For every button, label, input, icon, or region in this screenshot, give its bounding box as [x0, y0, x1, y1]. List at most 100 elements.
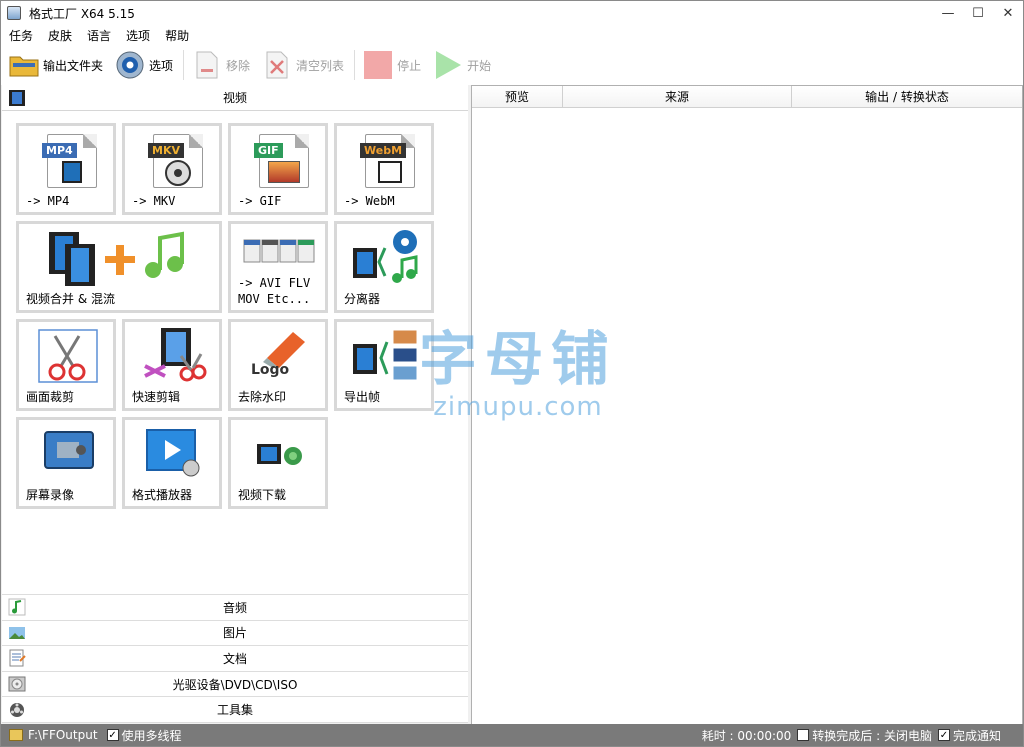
watermark-title: 字母铺: [419, 325, 618, 393]
toolbar: 输出文件夹 选项 移除 清空列表 停止 开始: [1, 45, 1023, 85]
tile-label: 格式播放器: [132, 488, 193, 502]
category-document[interactable]: 文档: [2, 646, 468, 672]
tile-format-player[interactable]: 格式播放器: [122, 417, 222, 509]
watermark: 字母铺 zimupu.com: [419, 326, 617, 422]
tile-label: 分离器: [344, 292, 381, 306]
gif-file-icon: GIF: [254, 134, 309, 188]
category-video-header[interactable]: 视频: [2, 85, 468, 111]
category-label: 文档: [222, 651, 247, 666]
mkv-badge: MKV: [148, 143, 184, 158]
category-image[interactable]: 图片: [2, 620, 468, 647]
elapsed-time: 耗时 : 00:00:00: [701, 728, 792, 743]
output-folder-button[interactable]: 输出文件夹: [5, 47, 107, 83]
options-button[interactable]: 选项: [111, 47, 177, 83]
category-label: 音频: [222, 600, 247, 615]
tile-to-mkv[interactable]: MKV -> MKV: [122, 123, 222, 215]
menu-task[interactable]: 任务: [2, 27, 40, 44]
tile-label: 画面裁剪: [26, 390, 75, 404]
after-convert-checkbox[interactable]: [797, 729, 810, 741]
menu-skin[interactable]: 皮肤: [41, 27, 79, 44]
webm-file-icon: WebM: [360, 134, 415, 188]
tile-label: 去除水印: [238, 390, 287, 404]
tile-video-download[interactable]: 视频下载: [228, 417, 328, 509]
clear-list-icon: [262, 50, 292, 80]
tile-quick-clip[interactable]: 快速剪辑: [122, 319, 222, 411]
quick-clip-icon: [144, 328, 207, 382]
remove-label: 移除: [226, 58, 251, 73]
start-label: 开始: [467, 58, 492, 73]
close-button[interactable]: ✕: [993, 1, 1023, 25]
tile-to-avi-flv-mov[interactable]: -> AVI FLV MOV Etc...: [228, 221, 328, 313]
clear-list-label: 清空列表: [296, 58, 345, 73]
tile-label: 视频下载: [238, 488, 287, 502]
tile-label: -> GIF: [238, 194, 282, 208]
toolbar-separator: [354, 50, 356, 80]
notify-label: 完成通知: [952, 728, 1001, 743]
tile-splitter[interactable]: 分离器: [334, 221, 434, 313]
stop-button[interactable]: 停止: [359, 47, 425, 83]
minimize-button[interactable]: —: [933, 1, 963, 25]
tile-label: 导出帧: [344, 390, 381, 404]
clear-list-button[interactable]: 清空列表: [258, 47, 348, 83]
remove-file-icon: [192, 50, 222, 80]
category-label: 工具集: [216, 703, 253, 718]
menu-options[interactable]: 选项: [119, 27, 157, 44]
gear-icon: [115, 50, 145, 80]
output-path[interactable]: F:\FFOutput: [28, 728, 98, 742]
toolbar-separator: [183, 50, 185, 80]
remove-button[interactable]: 移除: [188, 47, 254, 83]
options-label: 选项: [149, 58, 174, 73]
tile-label: -> AVI FLV MOV Etc...: [238, 276, 311, 306]
category-label: 图片: [222, 626, 247, 641]
webm-badge: WebM: [360, 143, 407, 158]
film-icon: [8, 89, 26, 107]
task-table-header: 预览 来源 输出 / 转换状态: [472, 86, 1022, 108]
category-label: 光驱设备\DVD\CD\ISO: [172, 677, 298, 692]
menu-bar: 任务 皮肤 语言 选项 帮助: [1, 25, 1023, 45]
stop-icon: [363, 50, 393, 80]
after-convert-label[interactable]: 转换完成后 : 关闭电脑: [812, 727, 932, 744]
logo-text: Logo: [251, 362, 290, 378]
maximize-button[interactable]: ☐: [963, 1, 993, 25]
menu-help[interactable]: 帮助: [158, 27, 196, 44]
window-title: 格式工厂 X64 5.15: [29, 6, 135, 21]
disc-icon: [8, 675, 26, 693]
gif-badge: GIF: [254, 143, 283, 158]
screen-record-icon: [44, 431, 94, 469]
category-audio[interactable]: 音频: [2, 595, 468, 621]
crop-scissors-icon: [38, 329, 98, 383]
tile-crop[interactable]: 画面裁剪: [16, 319, 116, 411]
tile-to-gif[interactable]: GIF -> GIF: [228, 123, 328, 215]
status-bar: F:\FFOutput ✓ 使用多线程 耗时 : 00:00:00 转换完成后 …: [1, 724, 1023, 746]
tile-to-mp4[interactable]: MP4 -> MP4: [16, 123, 116, 215]
output-folder-icon[interactable]: [9, 729, 23, 741]
play-icon: [433, 50, 463, 80]
main-window: 格式工厂 X64 5.15 — ☐ ✕ 任务 皮肤 语言 选项 帮助 输出文件夹…: [0, 0, 1024, 747]
tile-to-webm[interactable]: WebM -> WebM: [334, 123, 434, 215]
music-note-icon: [8, 598, 26, 616]
menu-language[interactable]: 语言: [80, 27, 118, 44]
splitter-icon: [353, 230, 418, 283]
tile-merge-mux[interactable]: 视频合并 & 混流: [16, 221, 222, 313]
player-icon: [146, 429, 200, 477]
tile-label: -> MP4: [26, 194, 70, 208]
tile-label: -> WebM: [344, 194, 395, 208]
column-source[interactable]: 来源: [563, 86, 792, 107]
category-tools[interactable]: 工具集: [2, 697, 468, 723]
start-button[interactable]: 开始: [429, 47, 495, 83]
mp4-file-icon: MP4: [42, 134, 97, 188]
export-frames-icon: [353, 329, 418, 381]
column-output-status[interactable]: 输出 / 转换状态: [792, 86, 1022, 107]
stop-label: 停止: [397, 58, 422, 73]
multithread-checkbox[interactable]: ✓: [106, 729, 119, 741]
notify-checkbox[interactable]: ✓: [937, 729, 950, 741]
column-preview[interactable]: 预览: [472, 86, 563, 107]
tile-screen-record[interactable]: 屏幕录像: [16, 417, 116, 509]
category-disc[interactable]: 光驱设备\DVD\CD\ISO: [2, 671, 468, 698]
output-folder-label: 输出文件夹: [43, 58, 104, 73]
merge-video-audio-icon: [49, 231, 184, 286]
tile-remove-watermark[interactable]: Logo 去除水印: [228, 319, 328, 411]
tools-icon: [8, 701, 26, 719]
tile-label: -> MKV: [132, 194, 176, 208]
tile-label: 屏幕录像: [26, 488, 75, 502]
